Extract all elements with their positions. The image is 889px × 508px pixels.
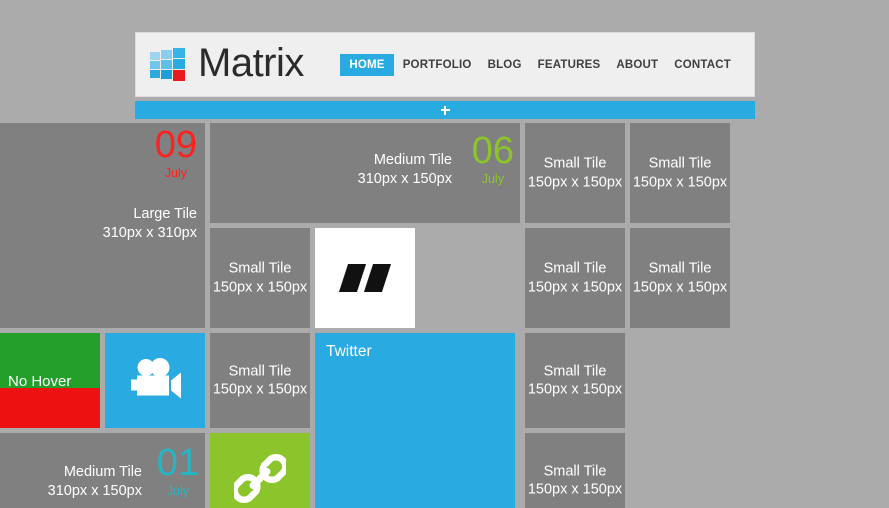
tile-title: Small Tile <box>228 260 292 277</box>
date-badge: 01 July <box>156 442 199 499</box>
tile-caption: Small Tile 150px x 150px <box>525 362 625 399</box>
nohover-red-band <box>0 388 100 428</box>
tile-small-r3c2[interactable]: Small Tile 150px x 150px <box>525 333 625 428</box>
tile-subtitle: 150px x 150px <box>527 174 623 190</box>
tile-small-r1c1[interactable]: Small Tile 150px x 150px <box>525 123 625 223</box>
tile-title: Small Tile <box>228 362 292 379</box>
windows-tiles-logo-icon <box>150 47 188 83</box>
nav-item-contact[interactable]: CONTACT <box>667 54 738 76</box>
tile-subtitle: 150px x 150px <box>212 279 308 295</box>
tile-caption: Small Tile 150px x 150px <box>210 362 310 399</box>
chain-link-icon <box>231 452 289 508</box>
site-header: Matrix HOME PORTFOLIO BLOG FEATURES ABOU… <box>135 32 755 97</box>
tile-caption: Medium Tile 310px x 150px <box>358 151 452 188</box>
date-day: 09 <box>154 124 197 166</box>
tile-subtitle: 150px x 150px <box>212 381 308 398</box>
tile-subtitle: 310px x 310px <box>102 224 197 241</box>
tile-small-r4c2[interactable]: Small Tile 150px x 150px <box>525 433 625 508</box>
brand[interactable]: Matrix <box>150 43 304 87</box>
tile-caption: Small Tile 150px x 150px <box>525 259 625 296</box>
date-badge: 06 July <box>471 130 514 187</box>
tile-subtitle: 310px x 150px <box>357 170 452 187</box>
tile-no-hover[interactable]: No Hover <box>0 333 100 428</box>
tile-title: Large Tile <box>133 206 197 222</box>
tile-small-r1c2[interactable]: Small Tile 150px x 150px <box>630 123 730 223</box>
tile-subtitle: 150px x 150px <box>527 381 623 398</box>
date-day: 06 <box>471 130 514 172</box>
tile-small-r2c2[interactable]: Small Tile 150px x 150px <box>630 228 730 328</box>
tile-subtitle: 150px x 150px <box>632 279 728 295</box>
tile-caption: Large Tile 310px x 310px <box>103 205 197 242</box>
tile-title: Small Tile <box>543 155 607 172</box>
tile-quote[interactable] <box>315 228 415 328</box>
tile-medium-bottom[interactable]: 01 July Medium Tile 310px x 150px <box>0 433 205 508</box>
nav-item-about[interactable]: ABOUT <box>609 54 665 76</box>
tile-small-r2c0[interactable]: Small Tile 150px x 150px <box>210 228 310 328</box>
tile-board: 09 July Large Tile 310px x 310px 06 July… <box>0 123 755 508</box>
main-navigation: HOME PORTFOLIO BLOG FEATURES ABOUT CONTA… <box>340 53 738 76</box>
date-day: 01 <box>156 442 199 484</box>
tile-caption: Small Tile 150px x 150px <box>210 259 310 296</box>
tile-twitter[interactable]: Twitter <box>315 333 515 508</box>
date-badge: 09 July <box>154 124 197 181</box>
tile-subtitle: 150px x 150px <box>632 174 728 190</box>
tile-label: No Hover <box>8 373 72 390</box>
tile-title: Medium Tile <box>63 464 142 480</box>
tile-title: Small Tile <box>543 362 607 379</box>
date-month: July <box>164 166 187 181</box>
tile-subtitle: 150px x 150px <box>527 279 623 295</box>
tile-board-scroll[interactable]: 09 July Large Tile 310px x 310px 06 July… <box>0 123 755 508</box>
date-month: July <box>481 172 504 187</box>
tile-title: Small Tile <box>648 260 712 277</box>
tile-label: Twitter <box>326 343 372 360</box>
tile-large[interactable]: 09 July Large Tile 310px x 310px <box>0 123 205 328</box>
tile-title: Small Tile <box>543 260 607 277</box>
nav-item-portfolio[interactable]: PORTFOLIO <box>396 54 479 76</box>
tile-caption: Small Tile 150px x 150px <box>630 154 730 191</box>
brand-name: Matrix <box>198 40 304 85</box>
tile-small-r2c1[interactable]: Small Tile 150px x 150px <box>525 228 625 328</box>
tile-title: Small Tile <box>648 155 712 172</box>
tile-caption: Small Tile 150px x 150px <box>525 462 625 499</box>
page-root: Matrix HOME PORTFOLIO BLOG FEATURES ABOU… <box>0 0 889 508</box>
tile-caption: Medium Tile 310px x 150px <box>48 463 142 500</box>
nav-item-home[interactable]: HOME <box>340 53 394 76</box>
nav-item-features[interactable]: FEATURES <box>531 54 608 76</box>
date-month: July <box>166 484 189 499</box>
tile-subtitle: 150px x 150px <box>527 481 623 498</box>
tile-small-r3c0[interactable]: Small Tile 150px x 150px <box>210 333 310 428</box>
expand-bar[interactable] <box>135 101 755 119</box>
tile-video[interactable] <box>105 333 205 428</box>
tile-title: Small Tile <box>543 462 607 479</box>
tile-title: Medium Tile <box>373 152 452 168</box>
quote-marks-icon <box>338 264 392 292</box>
tile-link[interactable] <box>210 433 310 508</box>
plus-icon <box>440 105 450 115</box>
tile-subtitle: 310px x 150px <box>47 482 142 499</box>
tile-medium-top[interactable]: 06 July Medium Tile 310px x 150px <box>210 123 520 223</box>
tile-caption: Small Tile 150px x 150px <box>525 154 625 191</box>
video-camera-icon <box>127 356 183 405</box>
nav-item-blog[interactable]: BLOG <box>481 54 529 76</box>
tile-caption: Small Tile 150px x 150px <box>630 259 730 296</box>
